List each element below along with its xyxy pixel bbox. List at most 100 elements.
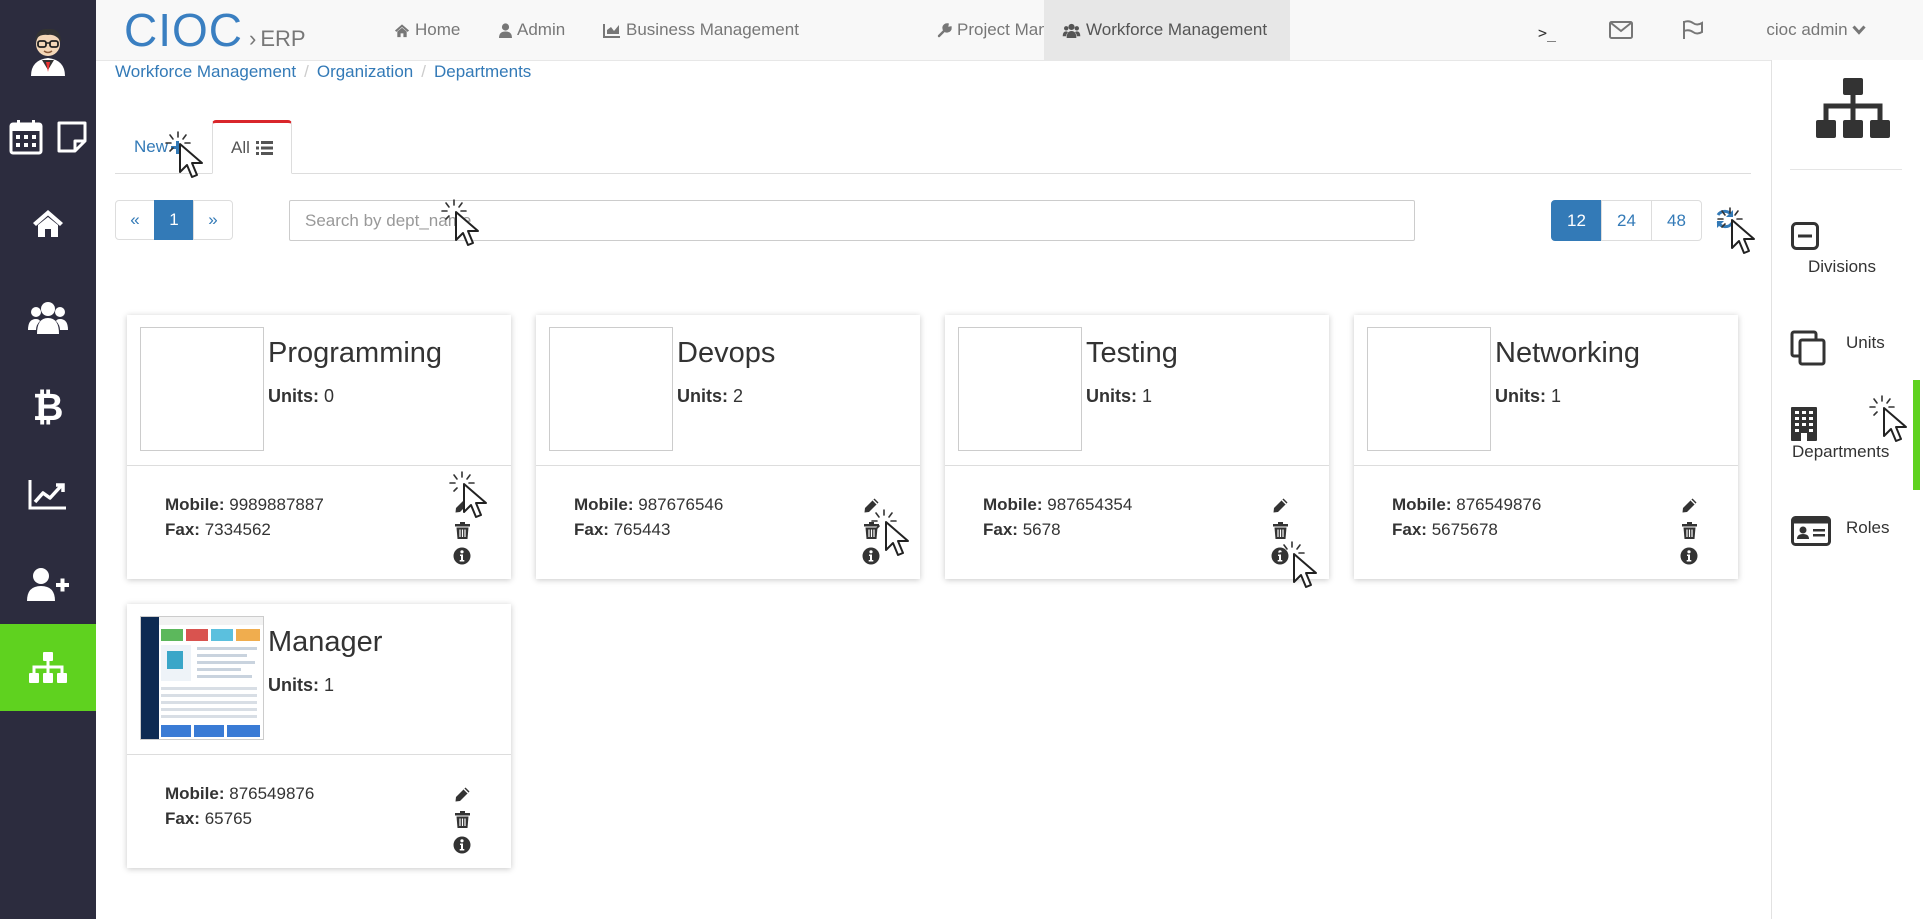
sidebar-item-add-user[interactable] bbox=[0, 559, 96, 609]
department-name: Programming bbox=[268, 337, 443, 369]
brand-logo[interactable]: CIOC › ERP bbox=[124, 6, 306, 54]
pencil-icon bbox=[1273, 498, 1287, 513]
trash-icon bbox=[454, 811, 470, 828]
mobile-value: 987654354 bbox=[1047, 495, 1133, 514]
avatar-icon bbox=[31, 28, 65, 76]
user-plus-icon bbox=[27, 568, 69, 601]
fax-value: 5675678 bbox=[1431, 520, 1498, 539]
card-actions bbox=[1678, 493, 1700, 568]
info-icon bbox=[453, 547, 471, 564]
department-image bbox=[549, 327, 673, 451]
units-label: Units: bbox=[1495, 386, 1546, 406]
mobile-row: Mobile: 876549876 bbox=[165, 781, 314, 806]
edit-button[interactable] bbox=[454, 493, 471, 518]
pencil-icon bbox=[455, 498, 469, 513]
per-page-option[interactable]: 24 bbox=[1601, 200, 1652, 241]
info-icon bbox=[862, 547, 880, 564]
info-button[interactable] bbox=[1680, 543, 1698, 568]
breadcrumb-organization[interactable]: Organization bbox=[317, 62, 413, 82]
tab-all[interactable]: All bbox=[212, 120, 292, 174]
card-header: Manager Units: 1 bbox=[127, 604, 511, 755]
info-button[interactable] bbox=[453, 543, 471, 568]
card-actions bbox=[451, 493, 473, 568]
flag-icon bbox=[1683, 20, 1703, 39]
nav-business-management[interactable]: Business Management bbox=[585, 0, 817, 60]
department-contact: Mobile: 987676546 Fax: 765443 bbox=[574, 492, 723, 542]
department-name: Testing bbox=[1086, 337, 1178, 369]
mobile-label: Mobile: bbox=[574, 495, 634, 514]
mobile-row: Mobile: 876549876 bbox=[1392, 492, 1541, 517]
tab-all-label: All bbox=[231, 138, 250, 157]
active-indicator bbox=[1913, 380, 1920, 490]
sidebar-item-finance[interactable]: ₿ bbox=[0, 382, 96, 432]
department-units: Units: 0 bbox=[268, 386, 334, 407]
user-avatar[interactable] bbox=[0, 18, 96, 82]
pagination-page[interactable]: 1 bbox=[154, 200, 194, 240]
fax-row: Fax: 7334562 bbox=[165, 517, 324, 542]
terminal-button[interactable]: >_ bbox=[1522, 0, 1572, 60]
delete-button[interactable] bbox=[1681, 518, 1697, 543]
info-button[interactable] bbox=[453, 832, 471, 857]
department-contact: Mobile: 876549876 Fax: 65765 bbox=[165, 781, 314, 831]
notifications-button[interactable] bbox=[1668, 0, 1718, 60]
units-label: Units: bbox=[268, 675, 319, 695]
calendar-icon[interactable] bbox=[9, 119, 43, 155]
nav-home[interactable]: Home bbox=[376, 0, 478, 60]
delete-button[interactable] bbox=[454, 518, 470, 543]
edit-button[interactable] bbox=[1681, 493, 1698, 518]
trash-icon bbox=[1681, 522, 1697, 539]
user-menu-label: cioc admin bbox=[1766, 20, 1848, 39]
list-icon bbox=[255, 141, 273, 155]
delete-button[interactable] bbox=[1272, 518, 1288, 543]
pagination-next[interactable]: » bbox=[193, 200, 233, 240]
sidebar-item-analytics[interactable] bbox=[0, 470, 96, 518]
sidebar-item-home[interactable] bbox=[0, 198, 96, 248]
per-page-option[interactable]: 48 bbox=[1651, 200, 1702, 241]
per-page-option[interactable]: 12 bbox=[1551, 200, 1602, 241]
sticky-note-icon[interactable] bbox=[57, 121, 87, 153]
fax-label: Fax: bbox=[165, 809, 200, 828]
trash-icon bbox=[454, 522, 470, 539]
card-header: Programming Units: 0 bbox=[127, 315, 511, 466]
refresh-button[interactable] bbox=[1714, 208, 1740, 234]
department-image bbox=[140, 327, 264, 451]
sidebar-item-users[interactable] bbox=[0, 291, 96, 343]
breadcrumb-departments[interactable]: Departments bbox=[434, 62, 531, 82]
tab-new[interactable]: New bbox=[118, 121, 200, 173]
info-button[interactable] bbox=[1271, 543, 1289, 568]
nav-business-label: Business Management bbox=[626, 20, 799, 39]
fax-value: 5678 bbox=[1022, 520, 1061, 539]
breadcrumb-workforce[interactable]: Workforce Management bbox=[115, 62, 296, 82]
user-menu[interactable]: cioc admin bbox=[1746, 0, 1886, 60]
pencil-icon bbox=[1682, 498, 1696, 513]
mobile-value: 876549876 bbox=[1456, 495, 1542, 514]
users-icon bbox=[28, 302, 68, 334]
department-card: Testing Units: 1 Mobile: 987654354 Fax: … bbox=[945, 315, 1329, 579]
units-value: 0 bbox=[324, 386, 335, 406]
units-value: 1 bbox=[1142, 386, 1153, 406]
department-name: Devops bbox=[677, 337, 776, 369]
per-page-selector: 12 24 48 bbox=[1551, 200, 1702, 241]
search-input[interactable] bbox=[289, 200, 1415, 241]
department-contact: Mobile: 9989887887 Fax: 7334562 bbox=[165, 492, 324, 542]
messages-button[interactable] bbox=[1596, 0, 1646, 60]
card-actions bbox=[860, 493, 882, 568]
edit-button[interactable] bbox=[863, 493, 880, 518]
nav-workforce-management[interactable]: Workforce Management bbox=[1044, 0, 1290, 60]
delete-button[interactable] bbox=[454, 807, 470, 832]
nav-admin[interactable]: Admin bbox=[481, 0, 583, 60]
sidebar-item-organization[interactable] bbox=[0, 624, 96, 711]
delete-button[interactable] bbox=[863, 518, 879, 543]
brand-separator: › bbox=[249, 26, 257, 51]
tabs-divider bbox=[115, 173, 1751, 174]
fax-value: 7334562 bbox=[204, 520, 271, 539]
edit-button[interactable] bbox=[1272, 493, 1289, 518]
fax-row: Fax: 5678 bbox=[983, 517, 1132, 542]
edit-button[interactable] bbox=[454, 782, 471, 807]
info-button[interactable] bbox=[862, 543, 880, 568]
departments-label: Departments bbox=[1792, 442, 1890, 461]
pagination-prev[interactable]: « bbox=[115, 200, 155, 240]
fax-label: Fax: bbox=[1392, 520, 1427, 539]
department-contact: Mobile: 876549876 Fax: 5675678 bbox=[1392, 492, 1541, 542]
mobile-label: Mobile: bbox=[165, 495, 225, 514]
